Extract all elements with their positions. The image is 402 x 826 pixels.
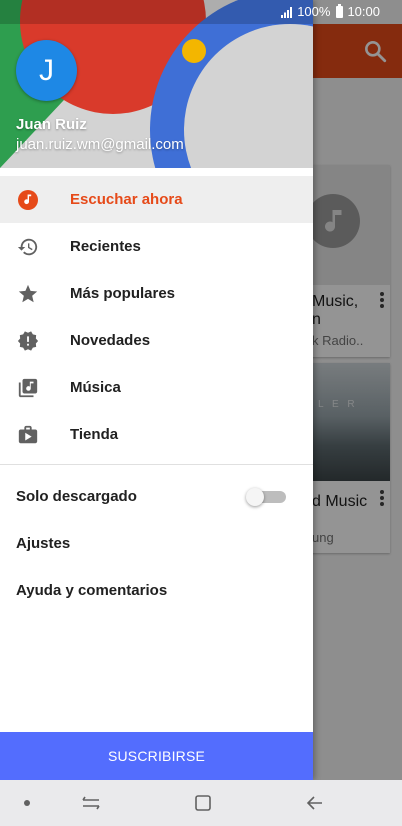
history-icon — [16, 235, 39, 258]
subscribe-button[interactable]: SUSCRIBIRSE — [0, 732, 313, 780]
battery-percent: 100% — [297, 4, 331, 19]
play-store-icon — [16, 423, 39, 446]
nav-item-recent[interactable]: Recientes — [0, 223, 313, 270]
back-icon[interactable] — [304, 792, 326, 814]
settings-label: Ajustes — [16, 535, 71, 552]
nav-item-new-releases[interactable]: Novedades — [0, 317, 313, 364]
nav-dot-icon — [24, 800, 30, 806]
battery-icon — [336, 3, 344, 18]
star-icon — [16, 282, 39, 305]
signal-icon — [281, 6, 293, 18]
home-icon[interactable] — [192, 792, 214, 814]
help-feedback-item[interactable]: Ayuda y comentarios — [0, 567, 313, 614]
downloaded-only-row[interactable]: Solo descargado — [0, 473, 313, 520]
system-nav-bar — [0, 780, 402, 826]
drawer-divider — [0, 464, 313, 465]
downloaded-only-toggle[interactable] — [246, 488, 286, 506]
status-bar: 100% 10:00 — [0, 0, 402, 24]
nav-label: Tienda — [70, 426, 119, 443]
nav-item-store[interactable]: Tienda — [0, 411, 313, 458]
nav-item-music-library[interactable]: Música — [0, 364, 313, 411]
downloaded-only-label: Solo descargado — [16, 488, 137, 505]
nav-item-listen-now[interactable]: Escuchar ahora — [0, 176, 313, 223]
settings-item[interactable]: Ajustes — [0, 520, 313, 567]
navigation-drawer: J Juan Ruiz juan.ruiz.wm@gmail.com Escuc… — [0, 0, 313, 780]
new-releases-icon — [16, 329, 39, 352]
nav-label: Recientes — [70, 238, 141, 255]
drawer-header: J Juan Ruiz juan.ruiz.wm@gmail.com — [0, 0, 313, 168]
library-music-icon — [16, 376, 39, 399]
nav-item-top-charts[interactable]: Más populares — [0, 270, 313, 317]
help-feedback-label: Ayuda y comentarios — [16, 582, 168, 599]
nav-label: Novedades — [70, 332, 151, 349]
recent-apps-icon[interactable] — [80, 792, 102, 814]
avatar[interactable]: J — [16, 40, 77, 101]
nav-label: Escuchar ahora — [70, 191, 183, 208]
nav-label: Música — [70, 379, 121, 396]
user-email[interactable]: juan.ruiz.wm@gmail.com — [16, 136, 184, 153]
listen-now-icon — [16, 188, 39, 211]
clock: 10:00 — [347, 4, 380, 19]
drawer-nav: Escuchar ahora Recientes Más populares N… — [0, 176, 313, 458]
nav-label: Más populares — [70, 285, 176, 302]
user-name: Juan Ruiz — [16, 116, 87, 133]
